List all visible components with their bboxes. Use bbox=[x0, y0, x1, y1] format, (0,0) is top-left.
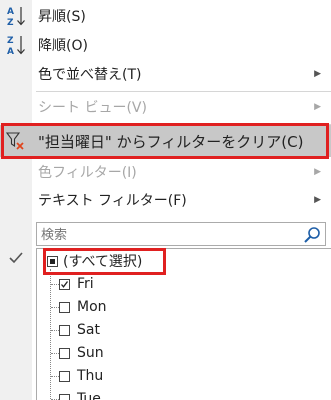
sort-descending-item[interactable]: Z A 降順(O) bbox=[0, 30, 331, 60]
checkmark-icon bbox=[6, 248, 26, 268]
sort-ascending-label: 昇順(S) bbox=[38, 9, 86, 25]
tree-connector bbox=[51, 284, 59, 286]
svg-text:Z: Z bbox=[7, 36, 14, 46]
tree-connector bbox=[51, 353, 59, 355]
text-filter-item[interactable]: テキスト フィルター(F) ▶ bbox=[0, 185, 331, 215]
filter-value-list: (すべて選択) Fri Mon Sat Sun Thu Tue bbox=[36, 248, 331, 400]
tree-connector bbox=[50, 269, 52, 400]
item-label: Mon bbox=[77, 299, 107, 315]
item-label: Fri bbox=[77, 276, 94, 292]
clear-filter-icon bbox=[6, 129, 26, 153]
search-icon[interactable] bbox=[302, 225, 322, 245]
tree-connector bbox=[51, 330, 59, 332]
item-label: Sun bbox=[77, 345, 104, 361]
submenu-arrow-icon: ▶ bbox=[314, 69, 321, 79]
item-checkbox[interactable] bbox=[59, 370, 70, 382]
sort-by-color-label: 色で並べ替え(T) bbox=[38, 67, 142, 83]
clear-filter-label: "担当曜日" からフィルターをクリア(C) bbox=[38, 132, 304, 151]
color-filter-label: 色フィルター(I) bbox=[38, 165, 137, 181]
search-input[interactable] bbox=[39, 224, 298, 246]
text-filter-label: テキスト フィルター(F) bbox=[38, 193, 187, 209]
sort-ascending-item[interactable]: A Z 昇順(S) bbox=[0, 1, 331, 31]
item-label: Tue bbox=[77, 391, 101, 400]
tree-connector bbox=[51, 376, 59, 378]
submenu-arrow-icon: ▶ bbox=[314, 167, 321, 177]
select-all-label: (すべて選択) bbox=[63, 254, 143, 270]
filter-search-box bbox=[36, 222, 326, 246]
item-checkbox[interactable] bbox=[59, 347, 70, 359]
svg-text:A: A bbox=[7, 47, 14, 56]
sort-ascending-icon: A Z bbox=[6, 4, 26, 28]
sort-descending-label: 降順(O) bbox=[38, 38, 88, 54]
item-label: Thu bbox=[77, 368, 104, 384]
clear-filter-item[interactable]: "担当曜日" からフィルターをクリア(C) bbox=[0, 125, 331, 157]
svg-text:Z: Z bbox=[7, 18, 14, 27]
submenu-arrow-icon: ▶ bbox=[314, 195, 321, 205]
sort-descending-icon: Z A bbox=[6, 33, 26, 57]
sheet-view-label: シート ビュー(V) bbox=[38, 100, 147, 116]
select-all-checkbox[interactable] bbox=[47, 255, 58, 267]
sort-by-color-item[interactable]: 色で並べ替え(T) ▶ bbox=[0, 59, 331, 89]
submenu-arrow-icon: ▶ bbox=[314, 102, 321, 112]
item-checkbox[interactable] bbox=[59, 324, 70, 336]
item-checkbox[interactable] bbox=[59, 393, 70, 400]
item-checkbox[interactable] bbox=[59, 301, 70, 313]
sheet-view-item: シート ビュー(V) ▶ bbox=[0, 92, 331, 122]
item-label: Sat bbox=[77, 322, 100, 338]
color-filter-item: 色フィルター(I) ▶ bbox=[0, 157, 331, 187]
item-checkbox-checked[interactable] bbox=[59, 278, 70, 290]
svg-text:A: A bbox=[7, 7, 14, 17]
tree-connector bbox=[51, 307, 59, 309]
